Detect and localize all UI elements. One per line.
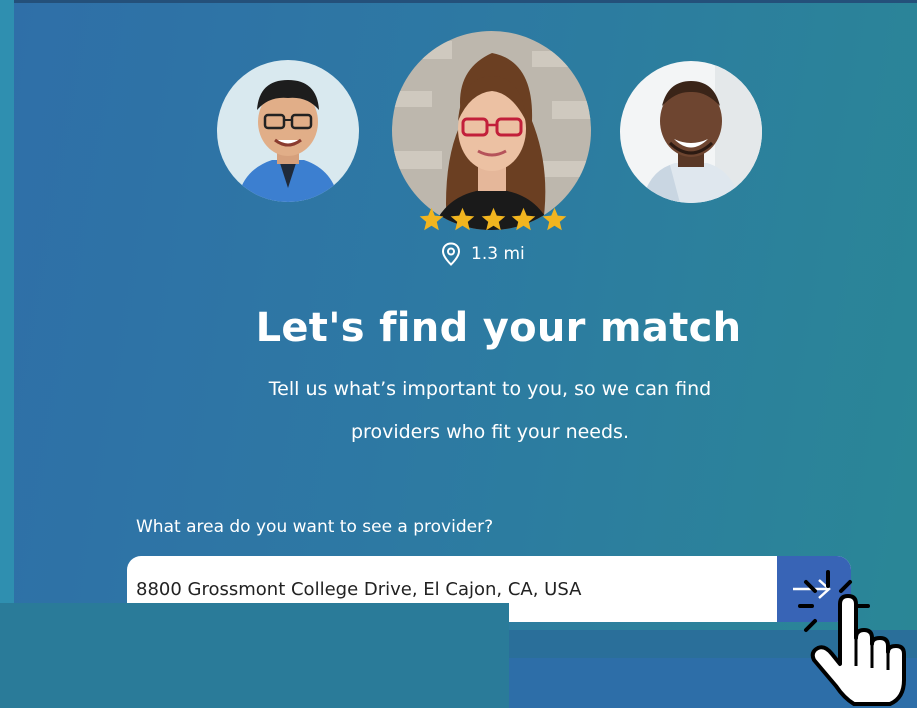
provider-photo-right: [620, 61, 762, 203]
hand-pointer-icon: [798, 570, 906, 706]
subtitle-line-1: Tell us what’s important to you, so we c…: [268, 378, 712, 400]
star-icon: [450, 207, 475, 231]
star-icon: [419, 207, 444, 231]
provider-photo-featured: [392, 31, 591, 230]
page-edge: [0, 0, 14, 708]
top-border: [14, 0, 917, 3]
provider-photo-left: [217, 60, 359, 202]
subtitle-line-2: providers who fit your needs.: [351, 421, 629, 443]
star-icon: [511, 207, 536, 231]
provider-avatar-right[interactable]: [620, 61, 762, 203]
distance-indicator: 1.3 mi: [441, 240, 525, 268]
star-rating: [418, 206, 568, 234]
overlay-panel-left: [0, 603, 509, 708]
map-pin-icon: [441, 242, 461, 266]
provider-avatar-left[interactable]: [217, 60, 359, 202]
star-icon: [481, 207, 505, 231]
location-label: What area do you want to see a provider?: [136, 517, 494, 537]
distance-text: 1.3 mi: [471, 244, 525, 264]
star-icon: [542, 207, 567, 231]
provider-avatar-featured[interactable]: [392, 31, 591, 230]
page-subtitle: Tell us what’s important to you, so we c…: [200, 368, 780, 454]
page-title: Let's find your match: [255, 305, 742, 351]
